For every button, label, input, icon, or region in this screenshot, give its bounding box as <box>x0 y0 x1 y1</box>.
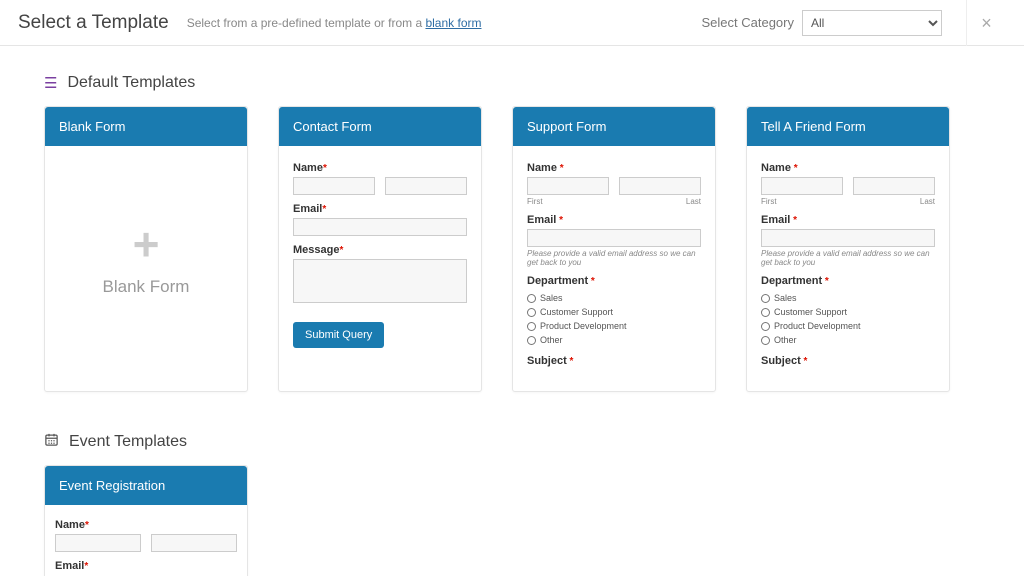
template-card-blank[interactable]: Blank Form + Blank Form <box>44 106 248 392</box>
field-label-email: Email <box>293 203 322 215</box>
radio-option[interactable]: Other <box>761 333 935 347</box>
department-radios: Sales Customer Support Product Developme… <box>761 291 935 347</box>
modal-header: Select a Template Select from a pre-defi… <box>0 0 1024 46</box>
field-label-subject: Subject <box>761 355 801 367</box>
first-sublabel: First <box>761 197 777 206</box>
section-event-templates: Event Templates <box>44 432 980 451</box>
hamburger-icon: ☰ <box>44 74 57 92</box>
email-hint: Please provide a valid email address so … <box>761 249 935 267</box>
last-sublabel: Last <box>920 197 935 206</box>
category-label: Select Category <box>702 15 795 30</box>
name-last-input[interactable] <box>151 534 237 552</box>
field-label-name: Name <box>293 162 323 174</box>
card-title: Contact Form <box>279 107 481 146</box>
category-select[interactable]: All <box>802 10 942 36</box>
email-input[interactable] <box>293 218 467 236</box>
email-hint: Please provide a valid email address so … <box>527 249 701 267</box>
section-default-templates: ☰ Default Templates <box>44 74 980 92</box>
page-title: Select a Template <box>18 12 169 34</box>
field-label-name: Name <box>761 162 791 174</box>
field-label-department: Department <box>761 275 822 287</box>
email-input[interactable] <box>527 229 701 247</box>
name-last-input[interactable] <box>619 177 701 195</box>
template-card-support[interactable]: Support Form Name * First Last Email * <box>512 106 716 392</box>
radio-option[interactable]: Sales <box>761 291 935 305</box>
default-templates-grid: Blank Form + Blank Form Contact Form Nam… <box>44 106 980 392</box>
radio-option[interactable]: Sales <box>527 291 701 305</box>
field-label-name: Name <box>527 162 557 174</box>
template-card-event-registration[interactable]: Event Registration Name* Email* <box>44 465 248 576</box>
card-title: Tell A Friend Form <box>747 107 949 146</box>
card-title: Support Form <box>513 107 715 146</box>
field-label-email: Email <box>527 214 556 226</box>
radio-option[interactable]: Other <box>527 333 701 347</box>
name-last-input[interactable] <box>385 177 467 195</box>
name-first-input[interactable] <box>293 177 375 195</box>
template-viewport[interactable]: ☰ Default Templates Blank Form + Blank F… <box>0 46 1024 576</box>
email-input[interactable] <box>761 229 935 247</box>
plus-icon: + <box>133 221 160 267</box>
radio-option[interactable]: Product Development <box>761 319 935 333</box>
radio-option[interactable]: Product Development <box>527 319 701 333</box>
field-label-email: Email <box>55 560 84 572</box>
template-card-tell-a-friend[interactable]: Tell A Friend Form Name * First Last Ema… <box>746 106 950 392</box>
card-body: + Blank Form <box>45 146 247 371</box>
template-card-contact[interactable]: Contact Form Name* Email* Message* <box>278 106 482 392</box>
card-body: Name * First Last Email * Please provide… <box>513 146 715 391</box>
event-templates-grid: Event Registration Name* Email* <box>44 465 980 576</box>
radio-option[interactable]: Customer Support <box>761 305 935 319</box>
field-label-department: Department <box>527 275 588 287</box>
blank-form-label: Blank Form <box>103 277 190 297</box>
field-label-email: Email <box>761 214 790 226</box>
calendar-icon <box>44 432 59 451</box>
name-last-input[interactable] <box>853 177 935 195</box>
submit-button[interactable]: Submit Query <box>293 322 384 348</box>
field-label-subject: Subject <box>527 355 567 367</box>
radio-option[interactable]: Customer Support <box>527 305 701 319</box>
field-label-name: Name <box>55 519 85 531</box>
name-first-input[interactable] <box>55 534 141 552</box>
name-first-input[interactable] <box>527 177 609 195</box>
field-label-message: Message <box>293 244 339 256</box>
card-title: Blank Form <box>45 107 247 146</box>
blank-form-link[interactable]: blank form <box>425 16 481 30</box>
name-first-input[interactable] <box>761 177 843 195</box>
card-body: Name * First Last Email * Please provide… <box>747 146 949 391</box>
card-body: Name* Email* <box>45 505 247 576</box>
subtitle: Select from a pre-defined template or fr… <box>187 16 482 30</box>
department-radios: Sales Customer Support Product Developme… <box>527 291 701 347</box>
message-textarea[interactable] <box>293 259 467 303</box>
card-title: Event Registration <box>45 466 247 505</box>
last-sublabel: Last <box>686 197 701 206</box>
first-sublabel: First <box>527 197 543 206</box>
card-body: Name* Email* Message* Submit Query <box>279 146 481 364</box>
close-icon[interactable]: × <box>966 0 1006 46</box>
